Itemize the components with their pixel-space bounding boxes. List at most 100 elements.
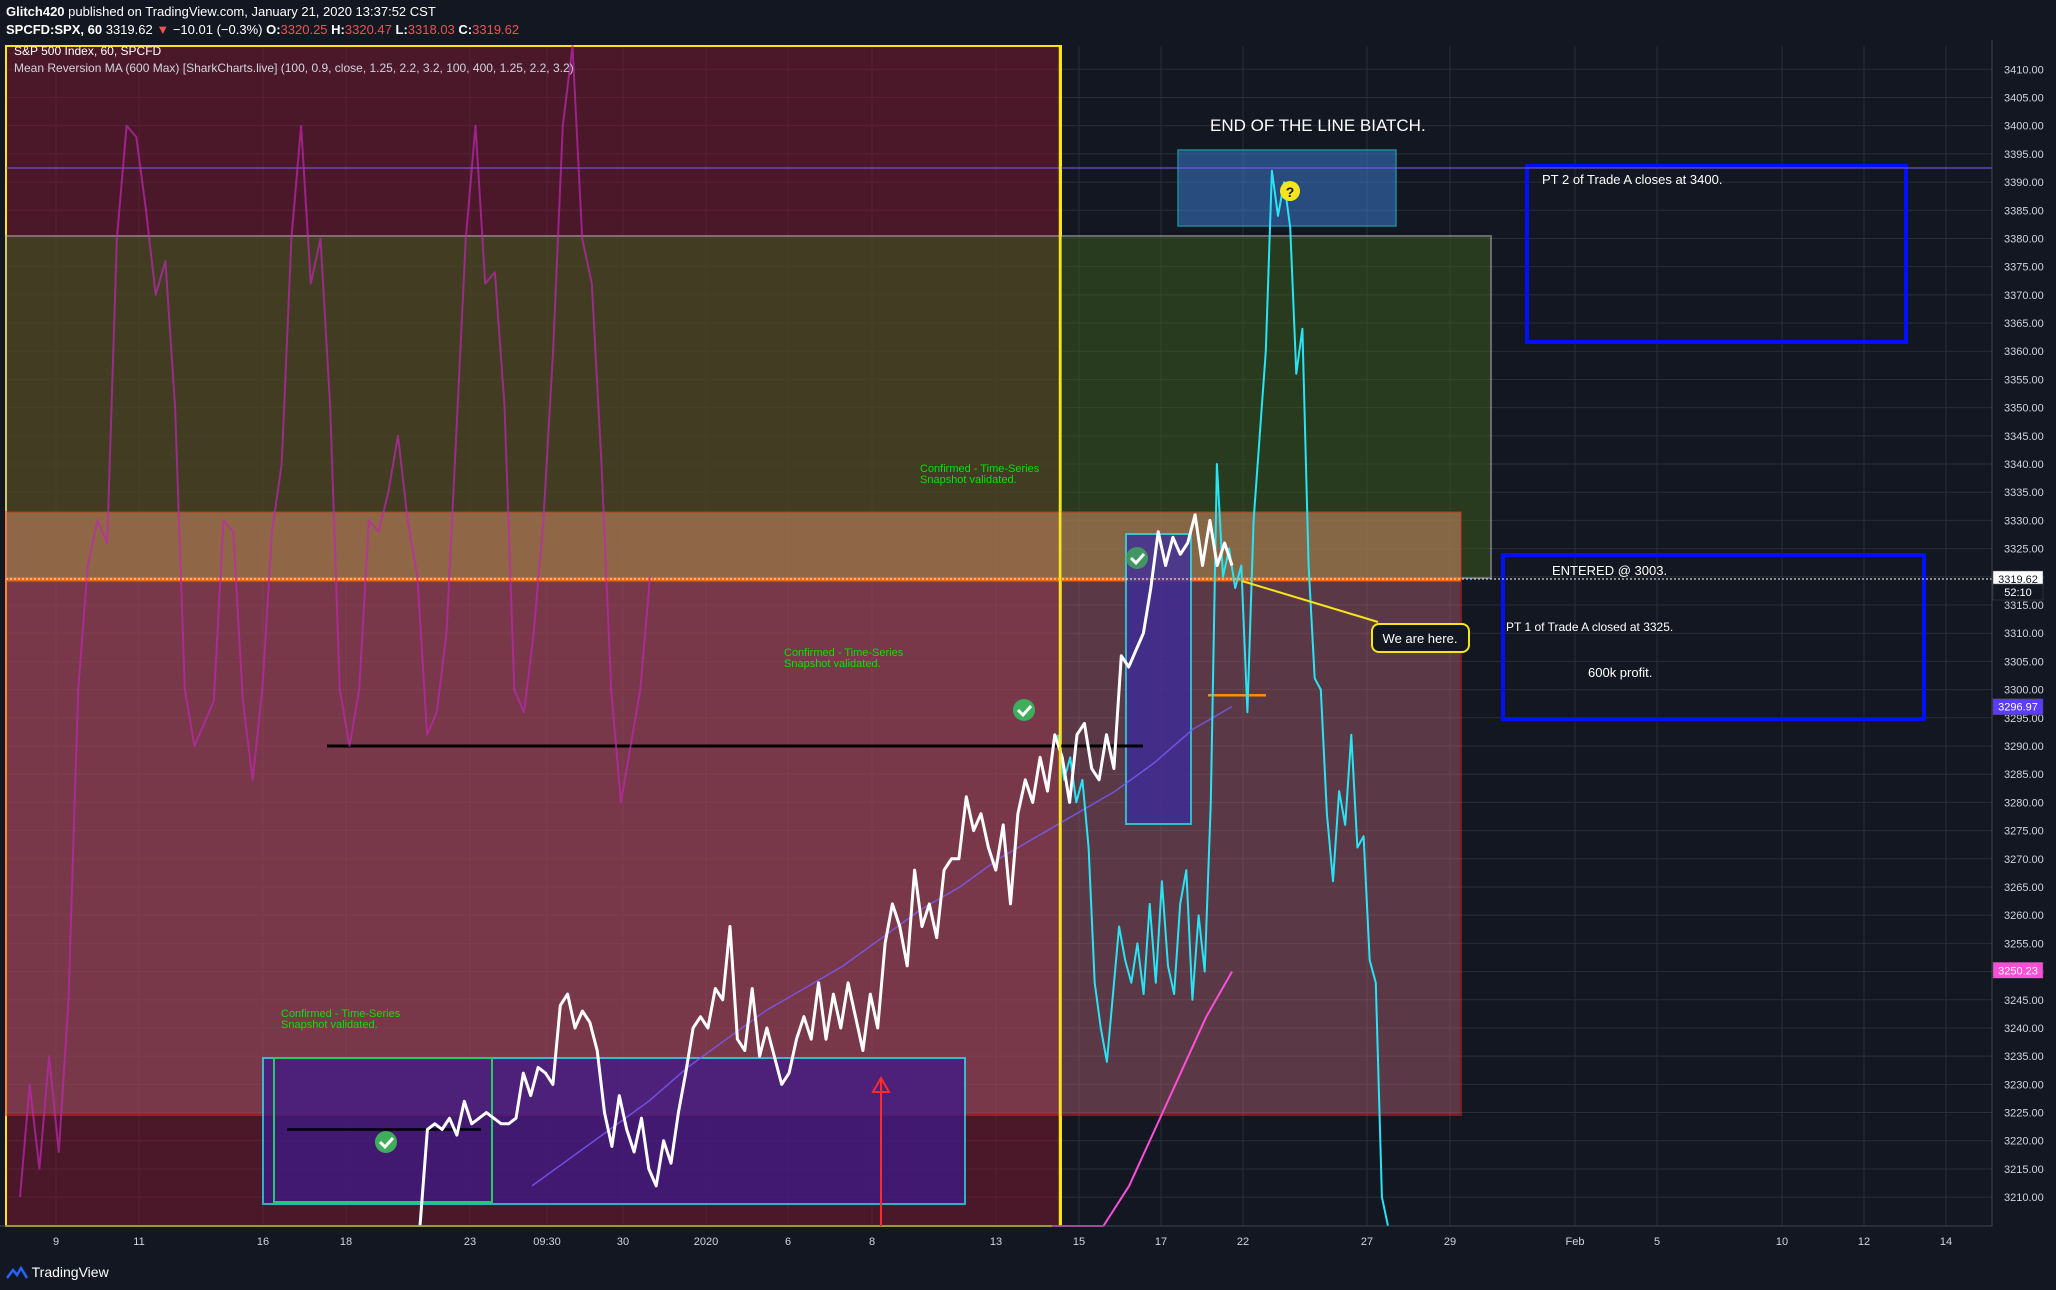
chart-area[interactable]: ? END OF THE LINE BIATCH. PT 2 of Trade … [0,40,2056,1290]
y-tick-label: 3235.00 [2004,1051,2044,1063]
x-tick-label: 17 [1155,1236,1167,1248]
x-tick-label: 09:30 [533,1236,561,1248]
y-tick-label: 3275.00 [2004,826,2044,838]
entered-text: ENTERED @ 3003. [1552,563,1667,578]
y-tick-label: 3340.00 [2004,459,2044,471]
y-tick-label: 3365.00 [2004,318,2044,330]
x-tick-label: 12 [1858,1236,1870,1248]
y-tick-label: 3240.00 [2004,1023,2044,1035]
tradingview-logo[interactable]: TradingView [6,1264,109,1280]
x-tick-label: 8 [869,1236,875,1248]
y-tick-label: 3370.00 [2004,290,2044,302]
y-tick-label: 3300.00 [2004,685,2044,697]
x-tick-label: 13 [990,1236,1002,1248]
publish-text: published on TradingView.com, January 21… [68,4,436,19]
x-tick-label: 29 [1444,1236,1456,1248]
y-tick-label: 3285.00 [2004,769,2044,781]
snapshot-label-1: Snapshot validated. [920,474,1017,486]
x-tick-label: 27 [1361,1236,1373,1248]
x-tick-label: Feb [1566,1236,1585,1248]
y-tick-label: 3405.00 [2004,92,2044,104]
y-tick-label: 3355.00 [2004,374,2044,386]
open-label: O: [266,22,281,37]
open-value: 3320.25 [280,22,328,37]
x-tick-label: 16 [257,1236,269,1248]
tradingview-icon [6,1265,29,1279]
y-tick-label: 3260.00 [2004,910,2044,922]
brand-label: TradingView [31,1263,109,1280]
x-tick-label: 18 [340,1236,352,1248]
low-value: 3318.03 [407,22,455,37]
y-tick-label: 3330.00 [2004,515,2044,527]
y-tick-label: 3280.00 [2004,797,2044,809]
x-tick-label: 14 [1940,1236,1952,1248]
y-tick-label: 3360.00 [2004,346,2044,358]
y-tick-label: 3380.00 [2004,233,2044,245]
svg-text:?: ? [1286,184,1295,200]
breakout-box [1125,533,1192,825]
y-tick-label: 3305.00 [2004,656,2044,668]
y-tick-label: 3315.00 [2004,600,2044,612]
down-arrow-icon: ▼ [156,22,170,37]
legend-indicator: Mean Reversion MA (600 Max) [SharkCharts… [14,61,574,75]
low-label: L: [395,22,408,37]
snapshot-label-2: Snapshot validated. [784,658,881,670]
high-value: 3320.47 [344,22,392,37]
y-tick-label: 3375.00 [2004,262,2044,274]
price-tag-label: 3250.23 [1998,965,2038,977]
x-tick-label: 10 [1776,1236,1788,1248]
y-tick-label: 3335.00 [2004,487,2044,499]
pt2-text: PT 2 of Trade A closes at 3400. [1542,172,1722,187]
x-tick-label: 22 [1237,1236,1249,1248]
we-are-here-text: We are here. [1383,631,1458,646]
x-tick-label: 11 [133,1236,144,1248]
y-tick-label: 3395.00 [2004,149,2044,161]
y-tick-label: 3400.00 [2004,121,2044,133]
check-icon [1126,547,1148,569]
y-tick-label: 3290.00 [2004,741,2044,753]
question-icon: ? [1280,181,1300,201]
symbol-label: SPCFD:SPX, 60 [6,22,103,37]
y-tick-label: 3390.00 [2004,177,2044,189]
y-tick-label: 3245.00 [2004,995,2044,1007]
author-name[interactable]: Glitch420 [6,4,65,19]
snapshot-label-3: Snapshot validated. [281,1019,378,1031]
y-tick-label: 3270.00 [2004,854,2044,866]
symbol-info: SPCFD:SPX, 60 3319.62 ▼ −10.01 (−0.3%) O… [6,22,519,37]
x-tick-label: 5 [1654,1236,1660,1248]
high-label: H: [331,22,345,37]
y-tick-label: 3230.00 [2004,1079,2044,1091]
x-tick-label: 23 [464,1236,476,1248]
price-change: −10.01 (−0.3%) [172,22,263,37]
profit-text: 600k profit. [1588,665,1652,680]
y-tick-label: 3215.00 [2004,1164,2044,1176]
y-tick-label: 3410.00 [2004,64,2044,76]
x-tick-label: 30 [617,1236,629,1248]
x-tick-label: 2020 [694,1236,718,1248]
x-tick-label: 15 [1073,1236,1085,1248]
y-tick-label: 3385.00 [2004,205,2044,217]
y-tick-label: 3210.00 [2004,1192,2044,1204]
y-tick-label: 3350.00 [2004,403,2044,415]
close-value: 3319.62 [472,22,520,37]
y-axis-ticks: 3410.00 3405.00 3400.00 3395.00 3390.00 3385.… [2004,64,2044,1204]
x-tick-label: 9 [53,1236,59,1248]
y-tick-label: 3325.00 [2004,544,2044,556]
legend-symbol: S&P 500 Index, 60, SPCFD [14,44,162,58]
pt1-text: PT 1 of Trade A closed at 3325. [1506,620,1673,634]
end-of-line-title: END OF THE LINE BIATCH. [1210,116,1426,135]
price-tag-label: 3296.97 [1998,702,2038,714]
last-price: 3319.62 [105,22,153,37]
check-icon [1013,699,1035,721]
y-tick-label: 3220.00 [2004,1136,2044,1148]
y-tick-label: 3265.00 [2004,882,2044,894]
y-tick-label: 3310.00 [2004,628,2044,640]
x-tick-label: 6 [785,1236,791,1248]
publish-info: Glitch420 published on TradingView.com, … [6,4,436,19]
y-tick-label: 3345.00 [2004,431,2044,443]
y-tick-label: 3255.00 [2004,938,2044,950]
price-tag-label: 52:10 [2004,587,2032,599]
close-label: C: [458,22,473,37]
y-tick-label: 3225.00 [2004,1108,2044,1120]
check-icon [375,1131,397,1153]
